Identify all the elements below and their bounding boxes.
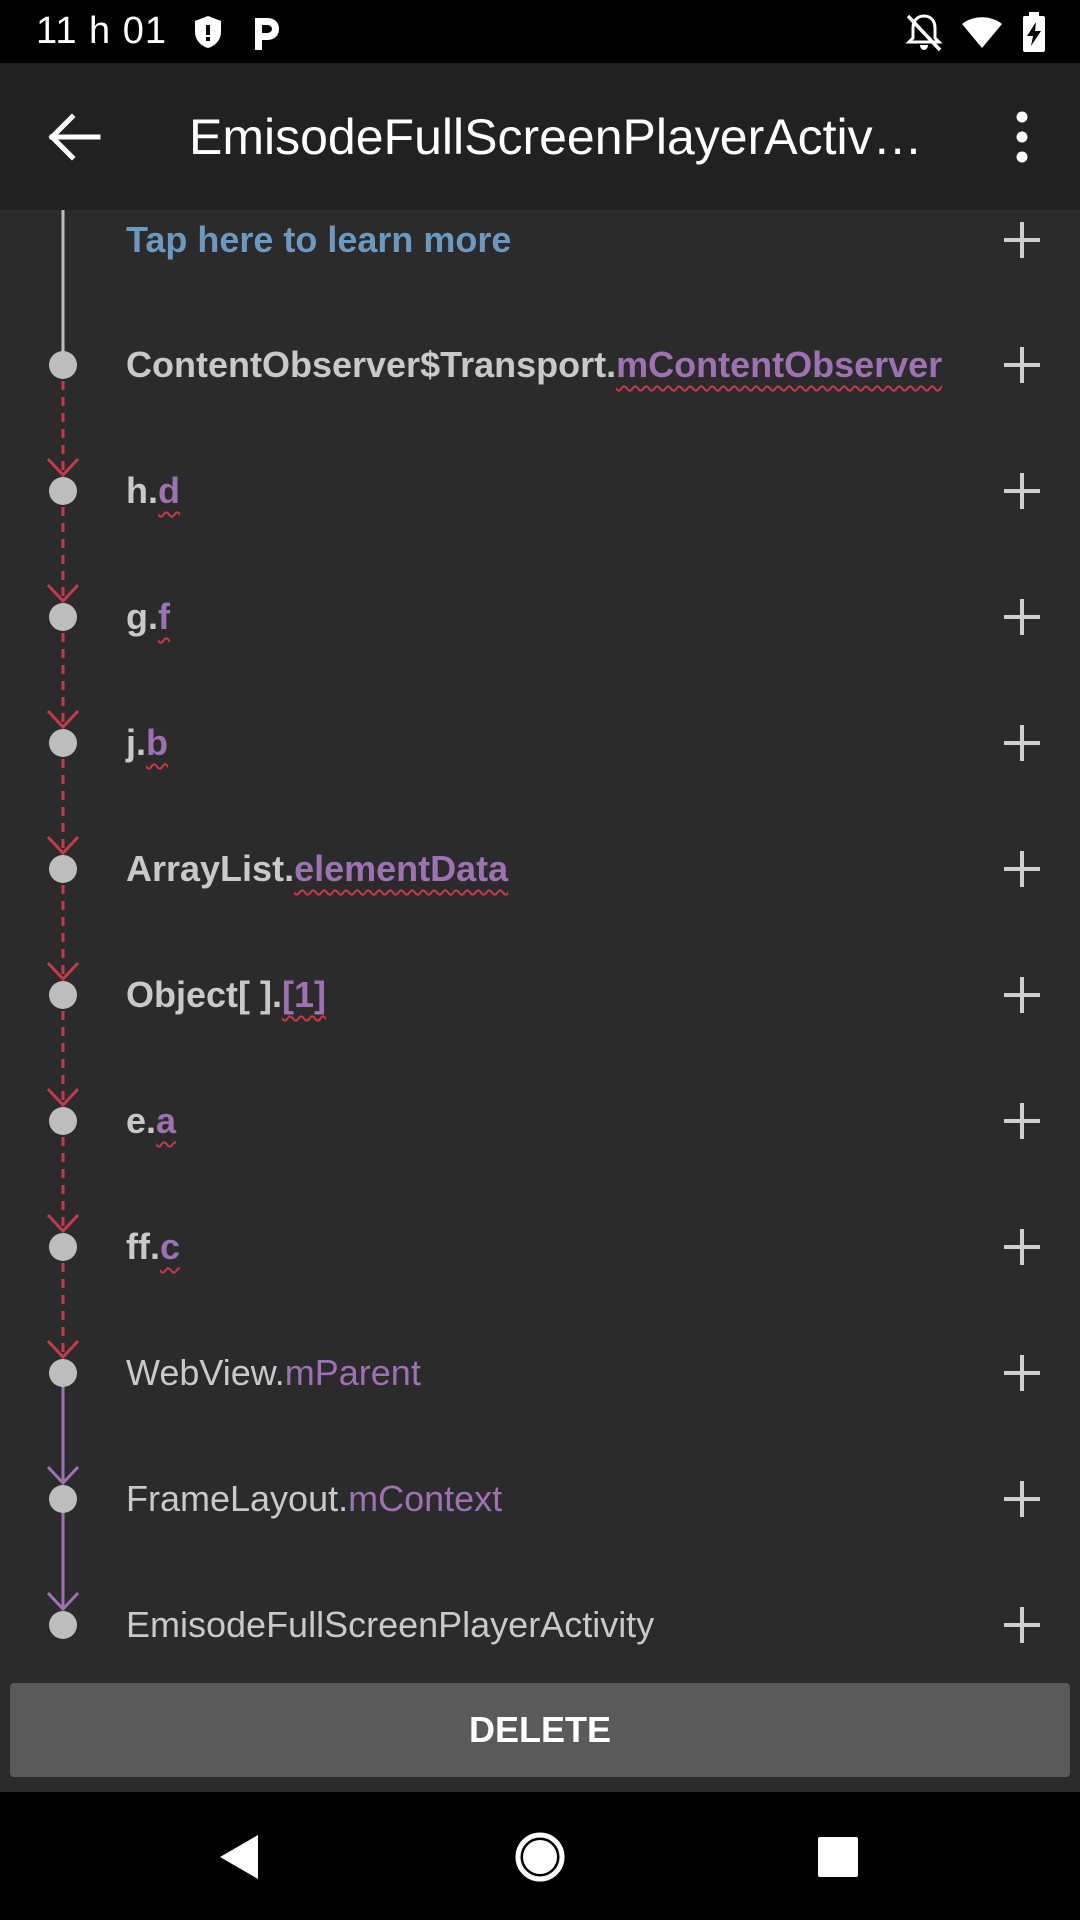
- learn-more-link[interactable]: Tap here to learn more: [126, 215, 511, 265]
- recents-square-icon[interactable]: [803, 1822, 873, 1892]
- expand-row-button[interactable]: [1000, 847, 1044, 891]
- trace-row-label[interactable]: ContentObserver$Transport.mContentObserv…: [126, 339, 942, 391]
- trace-row-class: FrameLayout.: [126, 1478, 349, 1519]
- expand-row-button[interactable]: [1000, 1099, 1044, 1143]
- trace-row-label[interactable]: g.f: [126, 591, 170, 643]
- trace-row-field: d: [158, 470, 180, 511]
- home-circle-icon[interactable]: [505, 1822, 575, 1892]
- trace-row-field: elementData: [294, 848, 509, 889]
- trace-row-class: ArrayList.: [126, 848, 295, 889]
- trace-row-label[interactable]: e.a: [126, 1095, 176, 1147]
- timeline-node: [49, 603, 77, 631]
- trace-row-label[interactable]: Object[ ].[1]: [126, 969, 326, 1021]
- expand-row-button[interactable]: [1000, 1351, 1044, 1395]
- trace-row-label[interactable]: FrameLayout.mContext: [126, 1473, 502, 1525]
- trace-row-label[interactable]: j.b: [126, 717, 168, 769]
- trace-row-field: f: [158, 596, 170, 637]
- trace-row-field: mContentObserver: [616, 344, 943, 385]
- expand-row-button[interactable]: [1000, 469, 1044, 513]
- trace-row-label[interactable]: EmisodeFullScreenPlayerActivity: [126, 1599, 654, 1651]
- trace-row-class: j.: [126, 722, 147, 763]
- trace-row-field: c: [159, 1226, 181, 1267]
- timeline-node: [49, 477, 77, 505]
- back-triangle-icon[interactable]: [204, 1822, 274, 1892]
- trace-row-class: ContentObserver$Transport.: [126, 344, 617, 385]
- delete-button[interactable]: DELETE: [10, 1683, 1070, 1777]
- timeline-node: [49, 855, 77, 883]
- trace-row-label[interactable]: WebView.mParent: [126, 1347, 421, 1399]
- expand-row-button[interactable]: [1000, 1603, 1044, 1647]
- timeline-node: [49, 351, 77, 379]
- timeline-node: [49, 1233, 77, 1261]
- trace-row-field: mParent: [284, 1352, 421, 1393]
- trace-row-field: [1]: [282, 974, 327, 1015]
- trace-row-label[interactable]: h.d: [126, 465, 180, 517]
- expand-row-button[interactable]: [1000, 973, 1044, 1017]
- timeline-node: [49, 981, 77, 1009]
- expand-row-button[interactable]: [1000, 1477, 1044, 1521]
- trace-row-field: b: [146, 722, 169, 763]
- trace-row-class: Object[ ].: [126, 974, 283, 1015]
- trace-row-label[interactable]: ArrayList.elementData: [126, 843, 508, 895]
- trace-row-class: EmisodeFullScreenPlayerActivity: [126, 1604, 655, 1645]
- timeline-node: [49, 1485, 77, 1513]
- trace-row-class: ff.: [126, 1226, 160, 1267]
- trace-row-class: e.: [126, 1100, 157, 1141]
- expand-row-button[interactable]: [1000, 343, 1044, 387]
- timeline-node: [49, 729, 77, 757]
- trace-row-class: h.: [126, 470, 158, 511]
- navigation-bar: [0, 1792, 1080, 1920]
- trace-row-class: WebView.: [126, 1352, 285, 1393]
- trace-row-field: a: [156, 1100, 177, 1141]
- timeline-node: [49, 1107, 77, 1135]
- bottom-strip: [0, 1777, 1080, 1792]
- trace-row-label[interactable]: ff.c: [126, 1221, 180, 1273]
- expand-row-button[interactable]: [1000, 721, 1044, 765]
- expand-learn-more-button[interactable]: [1000, 218, 1044, 262]
- expand-row-button[interactable]: [1000, 1225, 1044, 1269]
- expand-row-button[interactable]: [1000, 595, 1044, 639]
- trace-row-field: mContext: [348, 1478, 503, 1519]
- timeline-node: [49, 1359, 77, 1387]
- trace-row-class: g.: [126, 596, 158, 637]
- timeline-node: [49, 1611, 77, 1639]
